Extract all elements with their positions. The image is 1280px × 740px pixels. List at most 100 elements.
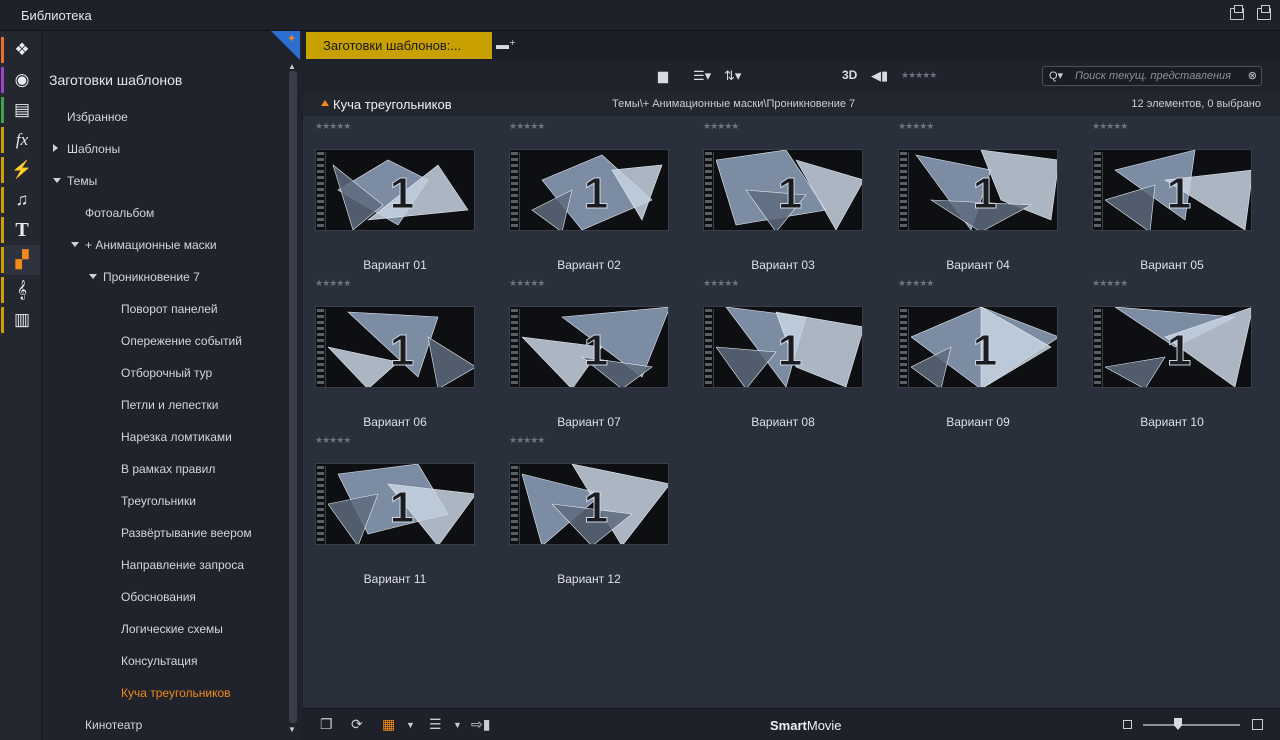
- projects-icon[interactable]: ❖: [1, 35, 40, 65]
- nav-item[interactable]: Шаблоны: [67, 142, 120, 156]
- undock-icon[interactable]: [1230, 5, 1244, 20]
- nav-item[interactable]: Избранное: [67, 110, 128, 124]
- template-card[interactable]: ★★★★★ 1 Вариант 10: [1080, 273, 1252, 429]
- nav-item[interactable]: Направление запроса: [121, 558, 244, 572]
- template-card[interactable]: ★★★★★ 1 Вариант 05: [1080, 116, 1252, 272]
- nav-item[interactable]: Обоснования: [121, 590, 196, 604]
- scroll-down-icon[interactable]: ▼: [288, 725, 296, 734]
- template-thumbnail[interactable]: 1: [1092, 149, 1252, 231]
- expand-arrow-icon[interactable]: [53, 144, 58, 152]
- nav-item[interactable]: Поворот панелей: [121, 302, 218, 316]
- nav-item[interactable]: Проникновение 7: [103, 270, 200, 284]
- tab-templates[interactable]: Заготовки шаблонов:...: [306, 32, 492, 59]
- effects-icon[interactable]: fx: [1, 125, 40, 155]
- rating-stars[interactable]: ★★★★★: [509, 278, 545, 289]
- grid-view-icon[interactable]: ▦: [382, 716, 395, 733]
- nav-item[interactable]: Отборочный тур: [121, 366, 212, 380]
- collapse-arrow-icon[interactable]: [71, 242, 79, 247]
- list-filter-icon[interactable]: ☰▾: [693, 68, 711, 84]
- nav-item[interactable]: Фотоальбом: [85, 206, 154, 220]
- rating-stars[interactable]: ★★★★★: [509, 435, 545, 446]
- rating-stars[interactable]: ★★★★★: [703, 121, 739, 132]
- photos-icon[interactable]: ▤: [1, 95, 40, 125]
- sort-icon[interactable]: ⇅▾: [724, 68, 741, 84]
- rating-stars[interactable]: ★★★★★: [898, 121, 934, 132]
- zoom-slider[interactable]: [1143, 724, 1240, 726]
- rating-stars[interactable]: ★★★★★: [315, 278, 351, 289]
- piano-icon[interactable]: ▥: [1, 305, 40, 335]
- titles-icon[interactable]: T: [1, 215, 40, 245]
- clear-search-icon[interactable]: ⊗: [1248, 69, 1257, 82]
- nav-item[interactable]: Петли и лепестки: [121, 398, 219, 412]
- nav-item[interactable]: Треугольники: [121, 494, 196, 508]
- rating-stars[interactable]: ★★★★★: [898, 278, 934, 289]
- template-card[interactable]: ★★★★★ 1 Вариант 09: [886, 273, 1058, 429]
- music-icon[interactable]: ♫: [1, 185, 40, 215]
- template-thumbnail[interactable]: 1: [898, 306, 1058, 388]
- templates-icon[interactable]: ▞: [1, 245, 40, 275]
- template-card[interactable]: ★★★★★ 1 Вариант 11: [303, 430, 475, 586]
- rating-filter[interactable]: ★★★★★: [901, 70, 937, 81]
- nav-item[interactable]: + Анимационные маски: [85, 238, 217, 252]
- chevron-down-icon[interactable]: ▼: [406, 720, 415, 730]
- template-thumbnail[interactable]: 1: [315, 149, 475, 231]
- template-card[interactable]: ★★★★★ 1 Вариант 07: [497, 273, 669, 429]
- collapse-arrow-icon[interactable]: [89, 274, 97, 279]
- template-thumbnail[interactable]: 1: [703, 306, 863, 388]
- scorefitter-icon[interactable]: 𝄞: [1, 275, 40, 305]
- nav-item[interactable]: Развёртывание веером: [121, 526, 252, 540]
- template-card[interactable]: ★★★★★ 1 Вариант 04: [886, 116, 1058, 272]
- template-card[interactable]: ★★★★★ 1 Вариант 02: [497, 116, 669, 272]
- 3d-filter-button[interactable]: 3D: [842, 68, 857, 82]
- nav-item[interactable]: Нарезка ломтиками: [121, 430, 232, 444]
- scroll-up-icon[interactable]: ▲: [288, 62, 296, 71]
- rating-stars[interactable]: ★★★★★: [1092, 121, 1128, 132]
- list-view-icon[interactable]: ☰: [429, 716, 442, 733]
- template-card[interactable]: ★★★★★ 1 Вариант 01: [303, 116, 475, 272]
- nav-item[interactable]: Куча треугольников: [121, 686, 231, 700]
- pin-panel-button[interactable]: ✦: [271, 31, 300, 60]
- tag-icon[interactable]: ◀▮: [871, 68, 888, 84]
- search-box[interactable]: Q▾ Поиск текущ. представления ⊗: [1042, 66, 1262, 86]
- template-card[interactable]: ★★★★★ 1 Вариант 12: [497, 430, 669, 586]
- nav-item[interactable]: Кинотеатр: [85, 718, 142, 732]
- nav-scrollbar[interactable]: [289, 71, 297, 723]
- folder-icon[interactable]: ▆: [658, 68, 668, 84]
- template-card[interactable]: ★★★★★ 1 Вариант 06: [303, 273, 475, 429]
- smartmovie-button[interactable]: SmartMovie: [770, 718, 842, 733]
- nav-item[interactable]: В рамках правил: [121, 462, 215, 476]
- rating-stars[interactable]: ★★★★★: [703, 278, 739, 289]
- template-thumbnail[interactable]: 1: [1092, 306, 1252, 388]
- transitions-icon[interactable]: ⚡: [1, 155, 40, 185]
- rating-stars[interactable]: ★★★★★: [509, 121, 545, 132]
- search-input[interactable]: Поиск текущ. представления: [1075, 70, 1231, 82]
- rating-stars[interactable]: ★★★★★: [315, 435, 351, 446]
- nav-item[interactable]: Опережение событий: [121, 334, 242, 348]
- collapse-arrow-icon[interactable]: [53, 178, 61, 183]
- zoom-slider-knob[interactable]: [1174, 718, 1182, 730]
- template-thumbnail[interactable]: 1: [703, 149, 863, 231]
- template-thumbnail[interactable]: 1: [509, 149, 669, 231]
- template-thumbnail[interactable]: 1: [315, 463, 475, 545]
- nav-item[interactable]: Логические схемы: [121, 622, 223, 636]
- template-card[interactable]: ★★★★★ 1 Вариант 03: [691, 116, 863, 272]
- rating-stars[interactable]: ★★★★★: [1092, 278, 1128, 289]
- rating-stars[interactable]: ★★★★★: [315, 121, 351, 132]
- chevron-down-icon[interactable]: ▼: [453, 720, 462, 730]
- template-thumbnail[interactable]: 1: [509, 463, 669, 545]
- refresh-icon[interactable]: ⟳: [351, 716, 363, 733]
- zoom-out-icon[interactable]: [1123, 720, 1132, 729]
- template-thumbnail[interactable]: 1: [509, 306, 669, 388]
- send-to-icon[interactable]: ⇨▮: [471, 716, 490, 733]
- restore-window-icon[interactable]: [1257, 5, 1271, 20]
- nav-item[interactable]: Консультация: [121, 654, 197, 668]
- template-thumbnail[interactable]: 1: [898, 149, 1058, 231]
- nav-item[interactable]: Темы: [67, 174, 97, 188]
- zoom-in-icon[interactable]: [1252, 719, 1263, 730]
- collapse-triangle-icon[interactable]: [321, 100, 329, 106]
- copy-icon[interactable]: ❐: [320, 716, 333, 733]
- add-tab-icon[interactable]: ▬⁺: [496, 37, 516, 53]
- template-thumbnail[interactable]: 1: [315, 306, 475, 388]
- template-card[interactable]: ★★★★★ 1 Вариант 08: [691, 273, 863, 429]
- video-reel-icon[interactable]: ◉: [1, 65, 40, 95]
